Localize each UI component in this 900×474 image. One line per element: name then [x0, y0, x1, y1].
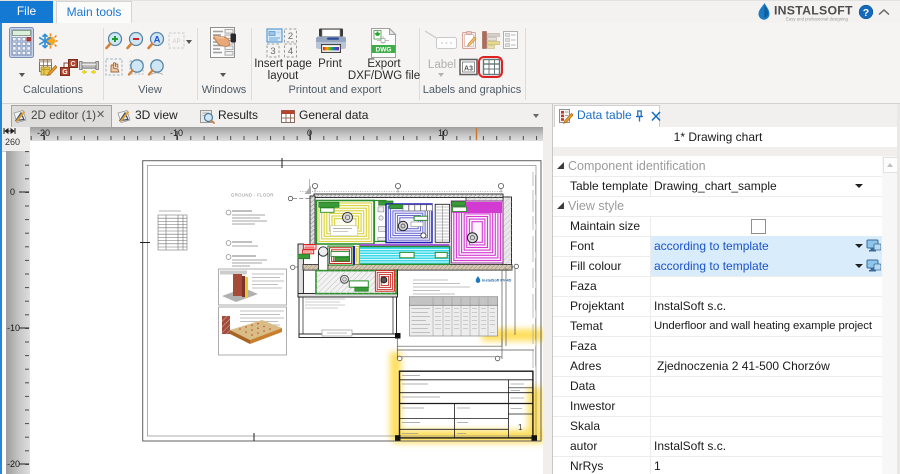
svg-text:AP: AP — [172, 39, 180, 45]
svg-text:Easy and professional designin: Easy and professional designing — [786, 17, 848, 22]
svg-text:GROUND - FLOOR: GROUND - FLOOR — [231, 193, 274, 198]
svg-text:4: 4 — [288, 46, 293, 57]
svg-text:1: 1 — [518, 423, 523, 432]
svg-text:-20: -20 — [37, 128, 50, 138]
svg-text:2: 2 — [288, 31, 293, 42]
svg-text:0: 0 — [307, 128, 312, 138]
svg-text:260: 260 — [5, 137, 20, 147]
svg-text:10: 10 — [438, 128, 448, 138]
svg-text:-10: -10 — [170, 128, 183, 138]
svg-text:InstalSoft PV-4D: InstalSoft PV-4D — [482, 279, 512, 283]
svg-text:-20: -20 — [7, 459, 20, 469]
svg-text:0: 0 — [10, 187, 15, 197]
svg-text:G: G — [62, 69, 68, 76]
svg-text:A: A — [154, 35, 161, 46]
svg-text:DWG: DWG — [376, 47, 392, 54]
svg-text:-10: -10 — [7, 323, 20, 333]
svg-text:INSTALSOFT: INSTALSOFT — [774, 4, 853, 18]
svg-text:C: C — [70, 61, 75, 68]
svg-text:?: ? — [863, 7, 869, 19]
svg-text:3: 3 — [270, 46, 275, 57]
svg-text:A3: A3 — [464, 66, 473, 73]
